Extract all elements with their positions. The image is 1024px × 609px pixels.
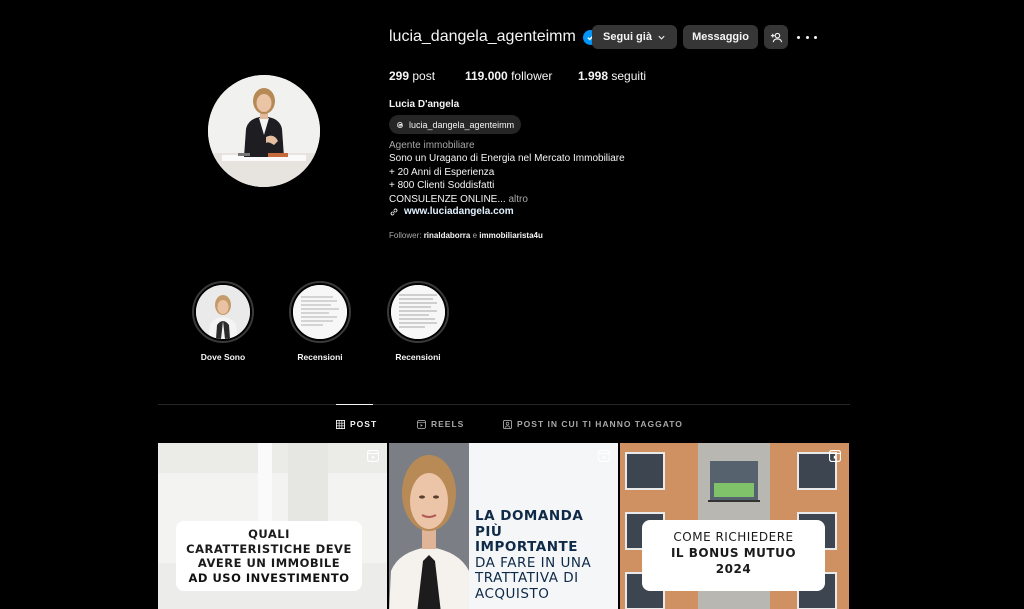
bio-line: CONSULENZE ONLINE... (389, 193, 506, 205)
username: lucia_dangela_agenteimm (389, 28, 576, 45)
add-person-icon (770, 32, 782, 42)
post-tile[interactable]: COME RICHIEDERE IL BONUS MUTUO 2024 (620, 443, 849, 609)
highlight-ring (387, 281, 449, 343)
post-text-line: AVERE UN IMMOBILE (197, 556, 341, 570)
bio-more-link[interactable]: altro (508, 194, 527, 205)
message-button[interactable]: Messaggio (683, 25, 758, 49)
stat-following[interactable]: 1.998 seguiti (578, 69, 646, 83)
post-caption-card: QUALI CARATTERISTICHE DEVE AVERE UN IMMO… (176, 521, 362, 591)
stat-followers[interactable]: 119.000 follower (465, 69, 552, 83)
followed-by[interactable]: Follower: rinaldaborra e immobiliarista4… (389, 231, 543, 240)
options-more-icon[interactable] (797, 30, 817, 44)
post-text-line: DA FARE IN UNA (475, 554, 592, 571)
threads-handle: lucia_dangela_agenteimm (409, 119, 515, 130)
highlight-ring (192, 281, 254, 343)
post-text-line: COME RICHIEDERE (673, 530, 794, 544)
link-icon (390, 208, 398, 215)
profile-photo (208, 75, 320, 187)
tab-tagged[interactable]: POST IN CUI TI HANNO TAGGATO (503, 419, 683, 429)
tab-label: REELS (431, 419, 465, 429)
post-caption: LA DOMANDA PIÙ IMPORTANTE DA FARE IN UNA… (475, 508, 592, 602)
post-text-line: QUALI (248, 527, 290, 541)
highlight-label: Recensioni (297, 352, 343, 362)
highlight-recensioni-2[interactable]: Recensioni (387, 281, 449, 362)
reel-icon (598, 450, 610, 462)
post-caption-card: COME RICHIEDERE IL BONUS MUTUO 2024 (642, 520, 825, 591)
highlight-cover (196, 285, 250, 339)
tab-reels[interactable]: REELS (417, 419, 464, 429)
followed-by-user: immobiliarista4u (479, 231, 543, 240)
post-text-line: CARATTERISTICHE DEVE (186, 541, 352, 556)
bio-line: + 20 Anni di Esperienza (389, 166, 495, 178)
suggested-users-button[interactable] (764, 25, 788, 49)
website-url: www.luciadangela.com (404, 206, 514, 217)
bio: Agente immobiliare Sono un Uragano di En… (389, 139, 625, 206)
stat-posts: 299 post (389, 69, 436, 83)
highlight-label: Recensioni (395, 352, 441, 362)
post-text-line: AD USO INVESTIMENTO (188, 570, 350, 585)
chevron-down-icon (658, 35, 665, 40)
bio-line: Sono un Uragano di Energia nel Mercato I… (389, 153, 625, 165)
threads-link[interactable]: lucia_dangela_agenteimm (389, 115, 522, 134)
highlight-label: Dove Sono (200, 352, 246, 362)
threads-icon (397, 121, 403, 128)
tab-label: POST (350, 419, 378, 429)
highlight-dove-sono[interactable]: Dove Sono (192, 281, 254, 362)
tagged-icon (503, 419, 512, 429)
tab-posts[interactable]: POST (336, 419, 377, 429)
highlight-ring (289, 281, 351, 343)
tabs-divider (158, 404, 850, 405)
highlight-recensioni-1[interactable]: Recensioni (289, 281, 351, 362)
post-text-line: LA DOMANDA (475, 508, 584, 524)
post-text-line: PIÙ (475, 523, 503, 540)
bio-line: + 800 Clienti Soddisfatti (389, 180, 495, 192)
username-row: lucia_dangela_agenteimm (389, 25, 598, 49)
bio-category: Agente immobiliare (389, 140, 475, 151)
reels-icon (417, 419, 426, 429)
active-tab-indicator (336, 404, 373, 405)
followed-by-user: rinaldaborra (423, 231, 471, 240)
post-text-line: IMPORTANTE (475, 539, 578, 555)
post-tile[interactable]: QUALI CARATTERISTICHE DEVE AVERE UN IMMO… (158, 443, 387, 609)
following-button-label: Segui già (603, 31, 652, 43)
post-text-line: TRATTATIVA DI (475, 570, 579, 586)
post-text-line: IL BONUS MUTUO (670, 546, 797, 560)
message-button-label: Messaggio (692, 31, 749, 43)
full-name: Lucia D'angela (389, 99, 460, 110)
tab-label: POST IN CUI TI HANNO TAGGATO (517, 419, 683, 429)
highlight-cover (293, 285, 347, 339)
website-link[interactable]: www.luciadangela.com (389, 206, 514, 217)
grid-icon (336, 419, 345, 429)
following-button[interactable]: Segui già (592, 25, 677, 49)
profile-avatar[interactable] (208, 75, 320, 187)
post-text-line: ACQUISTO (475, 585, 550, 602)
reel-icon (367, 450, 379, 462)
post-tile[interactable]: LA DOMANDA PIÙ IMPORTANTE DA FARE IN UNA… (389, 443, 618, 609)
highlight-cover (391, 285, 445, 339)
reel-icon (829, 450, 841, 462)
post-text-line: 2024 (715, 562, 752, 576)
